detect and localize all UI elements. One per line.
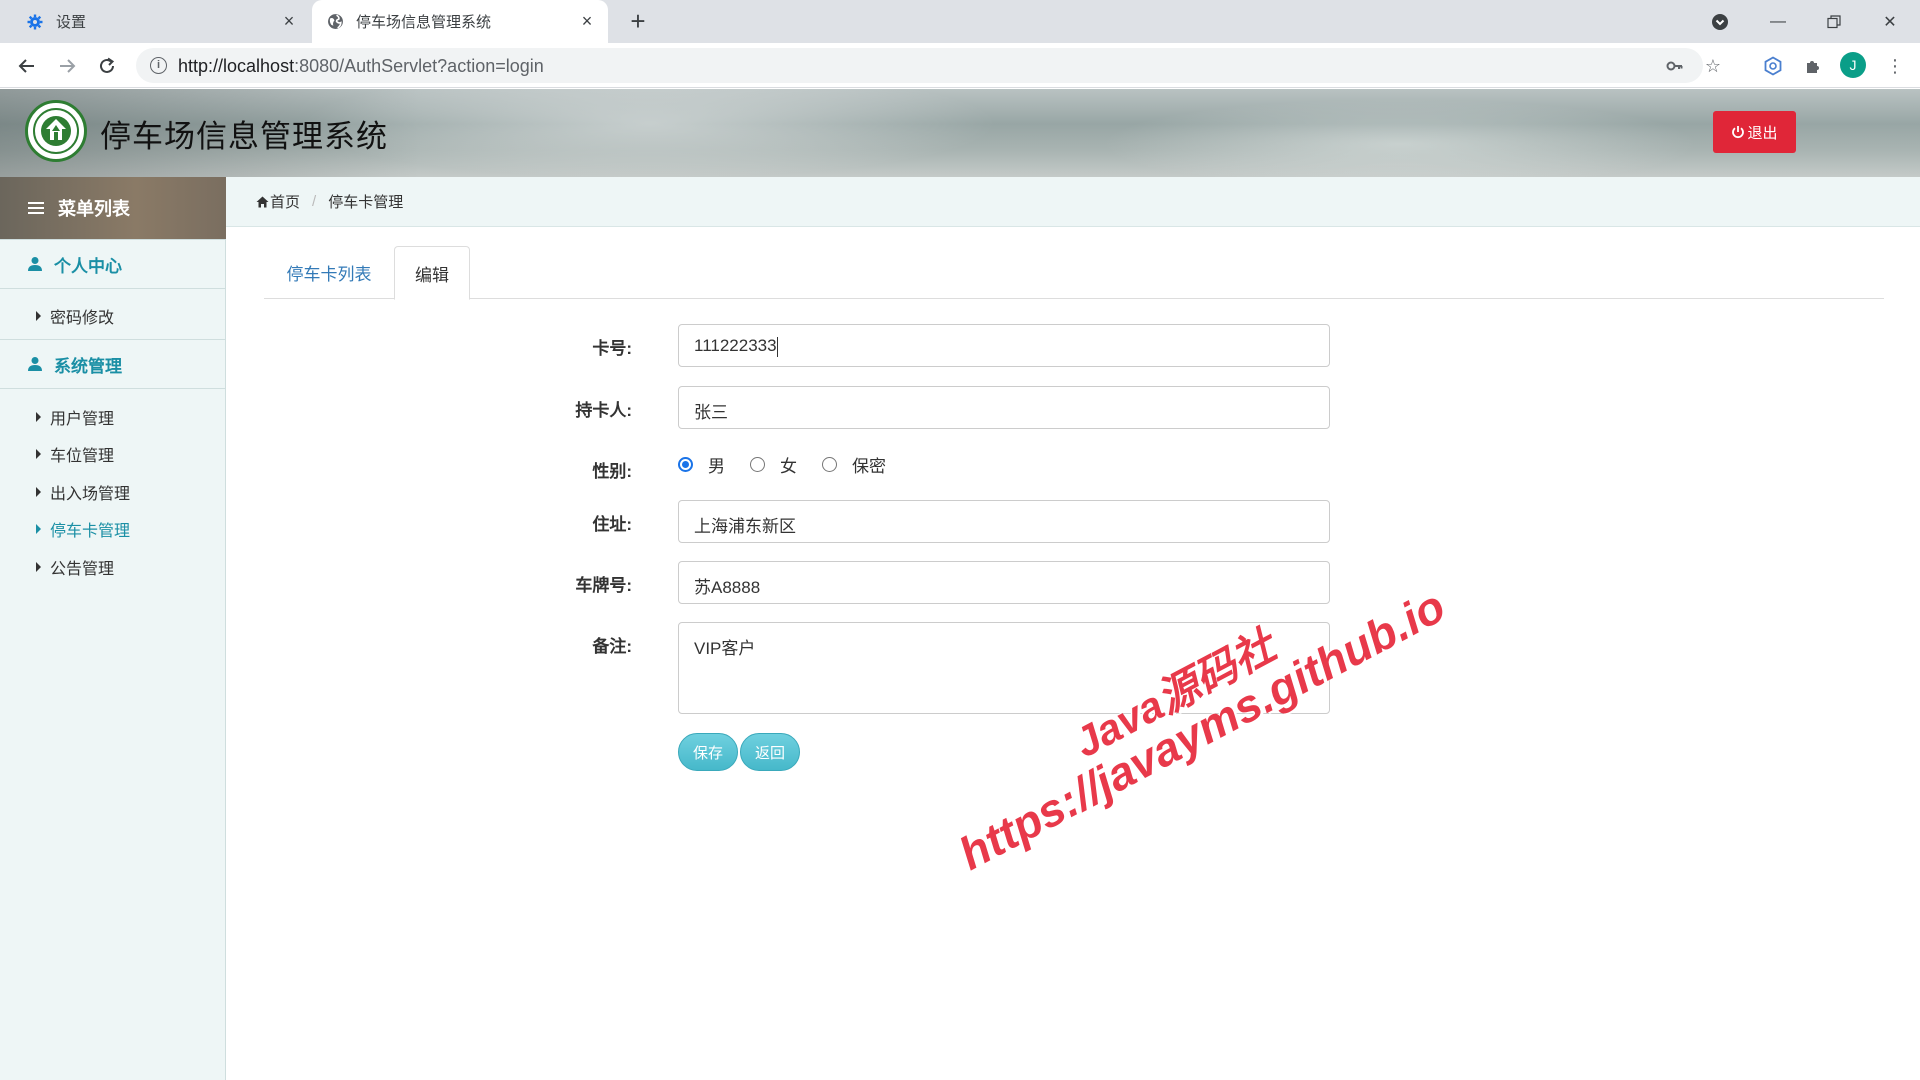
forward-icon[interactable] [52,51,82,81]
profile-avatar[interactable]: J [1840,52,1866,78]
sidebar-item-users[interactable]: 用户管理 [36,405,114,429]
address-bar[interactable]: i http://localhost:8080/AuthServlet?acti… [136,48,1721,83]
sidebar-item-notices[interactable]: 公告管理 [36,555,114,579]
breadcrumb-current: 停车卡管理 [328,194,404,211]
caret-right-icon [36,311,41,321]
reload-icon[interactable] [92,51,122,81]
radio-unchecked-icon [822,457,837,472]
holder-input[interactable]: 张三 [678,386,1330,429]
address-label: 住址: [592,515,632,534]
plate-input[interactable]: 苏A8888 [678,561,1330,604]
sidebar-header: 菜单列表 [0,177,226,239]
text-cursor [776,336,778,357]
remark-label: 备注: [592,637,632,656]
sidebar-item-password[interactable]: 密码修改 [36,304,114,328]
url-host: http://localhost [178,56,295,76]
sidebar-group-system[interactable]: 系统管理 [0,339,226,389]
sidebar: 菜单列表 个人中心 密码修改 系统管理 用户管理 车位管理 出入场管理 停车卡管… [0,177,226,1080]
browser-tab-settings[interactable]: 设置 × [0,0,310,43]
logout-label: 退出 [1747,124,1778,142]
app-header: 停车场信息管理系统 [0,89,1920,177]
app-title: 停车场信息管理系统 [100,119,388,154]
sidebar-item-label: 密码修改 [50,310,115,327]
radio-label: 女 [780,457,797,476]
card-no-label: 卡号: [592,339,632,358]
sidebar-item-label: 停车卡管理 [50,523,131,540]
logout-button[interactable]: 退出 [1713,111,1796,153]
close-window-icon[interactable]: ✕ [1862,0,1918,43]
caret-right-icon [36,562,41,572]
extensions-puzzle-icon[interactable] [1800,53,1826,79]
tab-search-icon[interactable] [1692,0,1748,43]
sidebar-group-personal[interactable]: 个人中心 [0,239,226,289]
browser-tab-parking[interactable]: 停车场信息管理系统 × [312,0,608,43]
browser-tab-bar: 设置 × 停车场信息管理系统 × + — ✕ [0,0,1920,43]
power-icon [1732,126,1745,139]
radio-checked-icon [678,457,693,472]
home-icon [256,196,269,207]
sidebar-item-spaces[interactable]: 车位管理 [36,442,114,466]
gender-label: 性别: [592,462,632,481]
bookmark-star-icon[interactable]: ☆ [1702,55,1724,77]
sidebar-item-label: 出入场管理 [50,486,131,503]
key-icon[interactable] [1664,55,1686,77]
url-path: :8080/AuthServlet?action=login [294,56,544,76]
tab-edit[interactable]: 编辑 [394,246,470,300]
caret-right-icon [36,449,41,459]
sidebar-item-label: 公告管理 [50,561,115,578]
tab-card-list[interactable]: 停车卡列表 [264,246,394,299]
address-input[interactable]: 上海浦东新区 [678,500,1330,543]
save-button[interactable]: 保存 [678,733,739,771]
caret-right-icon [36,412,41,422]
card-no-value: 111222333 [694,336,777,355]
gender-radio-female[interactable]: 女 [750,452,797,477]
school-logo-icon [25,100,87,162]
sidebar-group-label: 系统管理 [54,356,122,376]
sidebar-item-entry-exit[interactable]: 出入场管理 [36,480,130,504]
close-tab-icon[interactable]: × [578,12,596,30]
close-tab-icon[interactable]: × [280,12,298,30]
sidebar-group-label: 个人中心 [54,256,122,276]
sidebar-item-label: 车位管理 [50,448,115,465]
page-tabs: 停车卡列表 编辑 [264,246,1884,300]
browser-tab-title: 停车场信息管理系统 [356,14,492,31]
browser-toolbar: i http://localhost:8080/AuthServlet?acti… [0,43,1920,88]
user-icon [28,257,42,271]
radio-label: 保密 [852,457,886,476]
browser-tab-title: 设置 [56,14,87,31]
user-icon [28,357,42,371]
breadcrumb: 首页 / 停车卡管理 [226,177,1920,227]
plate-label: 车牌号: [575,576,632,595]
url-text: http://localhost:8080/AuthServlet?action… [178,56,544,77]
caret-right-icon [36,487,41,497]
card-no-input[interactable]: 111222333 [678,324,1330,367]
extension-hex-icon[interactable] [1760,53,1786,79]
gender-radio-secret[interactable]: 保密 [822,452,886,477]
back-icon[interactable] [12,51,42,81]
list-icon [28,199,44,217]
browser-menu-icon[interactable]: ⋮ [1882,53,1908,79]
restore-icon[interactable] [1806,0,1862,43]
gear-icon [26,13,44,31]
radio-label: 男 [708,457,725,476]
site-info-icon[interactable]: i [150,57,167,74]
new-tab-icon[interactable]: + [624,8,652,36]
globe-icon [326,13,344,31]
caret-right-icon [36,524,41,534]
radio-unchecked-icon [750,457,765,472]
minimize-icon[interactable]: — [1750,0,1806,43]
breadcrumb-separator: / [312,193,317,210]
sidebar-item-parking-card[interactable]: 停车卡管理 [36,517,130,541]
breadcrumb-home[interactable]: 首页 [270,191,300,212]
gender-radio-male[interactable]: 男 [678,452,725,477]
holder-label: 持卡人: [575,401,632,420]
sidebar-header-label: 菜单列表 [58,199,130,219]
back-button[interactable]: 返回 [740,733,801,771]
sidebar-item-label: 用户管理 [50,411,115,428]
